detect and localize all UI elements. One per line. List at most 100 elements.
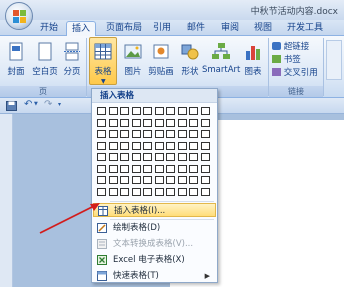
tab-review[interactable]: 审阅 bbox=[217, 21, 243, 36]
grid-cell[interactable] bbox=[143, 118, 152, 127]
grid-cell[interactable] bbox=[154, 153, 164, 161]
grid-cell[interactable] bbox=[97, 107, 106, 115]
undo-dropdown-icon[interactable]: ▼ bbox=[34, 101, 38, 107]
grid-cell[interactable] bbox=[120, 118, 129, 127]
ribbon-overflow-group[interactable] bbox=[326, 40, 342, 80]
menu-item-draw-table[interactable]: 绘制表格(D) bbox=[93, 221, 216, 235]
grid-cell[interactable] bbox=[131, 164, 141, 173]
grid-cell[interactable] bbox=[177, 118, 187, 127]
grid-cell[interactable] bbox=[189, 164, 198, 173]
grid-cell[interactable] bbox=[97, 153, 106, 161]
menu-item-convert-text[interactable]: 文本转换成表格(V)... bbox=[93, 237, 216, 251]
tab-references[interactable]: 引用 bbox=[150, 21, 174, 36]
grid-cell[interactable] bbox=[177, 141, 187, 150]
grid-cell[interactable] bbox=[97, 118, 106, 127]
grid-cell[interactable] bbox=[154, 118, 164, 127]
grid-cell[interactable] bbox=[177, 164, 187, 173]
grid-cell[interactable] bbox=[143, 107, 152, 115]
grid-cell[interactable] bbox=[97, 176, 106, 184]
grid-cell[interactable] bbox=[189, 187, 198, 196]
cover-page-button[interactable]: 封面 bbox=[4, 38, 28, 80]
menu-item-insert-table[interactable]: 插入表格(I)... bbox=[93, 203, 216, 217]
smartart-button[interactable]: SmartArt bbox=[202, 38, 240, 80]
grid-cell[interactable] bbox=[108, 118, 118, 127]
blank-page-button[interactable]: 空白页 bbox=[30, 38, 60, 80]
grid-cell[interactable] bbox=[120, 164, 129, 173]
grid-cell[interactable] bbox=[108, 176, 118, 184]
grid-cell[interactable] bbox=[200, 153, 210, 161]
grid-cell[interactable] bbox=[189, 176, 198, 184]
grid-cell[interactable] bbox=[97, 141, 106, 150]
grid-cell[interactable] bbox=[97, 187, 106, 196]
menu-item-quick-tables[interactable]: 快速表格(T) ▶ bbox=[93, 269, 216, 283]
grid-cell[interactable] bbox=[108, 153, 118, 161]
table-button[interactable]: 表格 ▼ bbox=[89, 37, 117, 85]
table-size-grid[interactable] bbox=[97, 107, 212, 199]
grid-cell[interactable] bbox=[97, 130, 106, 138]
grid-cell[interactable] bbox=[131, 176, 141, 184]
grid-cell[interactable] bbox=[108, 141, 118, 150]
grid-cell[interactable] bbox=[200, 130, 210, 138]
grid-cell[interactable] bbox=[177, 107, 187, 115]
grid-cell[interactable] bbox=[166, 141, 175, 150]
grid-cell[interactable] bbox=[200, 187, 210, 196]
grid-cell[interactable] bbox=[120, 141, 129, 150]
grid-cell[interactable] bbox=[154, 164, 164, 173]
undo-icon[interactable]: ↶ bbox=[24, 99, 32, 110]
grid-cell[interactable] bbox=[120, 153, 129, 161]
office-button[interactable] bbox=[5, 2, 33, 30]
grid-cell[interactable] bbox=[177, 153, 187, 161]
grid-cell[interactable] bbox=[200, 141, 210, 150]
grid-cell[interactable] bbox=[200, 107, 210, 115]
tab-mailings[interactable]: 邮件 bbox=[183, 21, 209, 36]
grid-cell[interactable] bbox=[189, 107, 198, 115]
grid-cell[interactable] bbox=[120, 130, 129, 138]
page-break-button[interactable]: 分页 bbox=[61, 38, 83, 80]
grid-cell[interactable] bbox=[97, 164, 106, 173]
tab-page-layout[interactable]: 页面布局 bbox=[103, 21, 145, 36]
grid-cell[interactable] bbox=[131, 118, 141, 127]
grid-cell[interactable] bbox=[131, 107, 141, 115]
grid-cell[interactable] bbox=[108, 107, 118, 115]
grid-cell[interactable] bbox=[177, 130, 187, 138]
grid-cell[interactable] bbox=[200, 176, 210, 184]
grid-cell[interactable] bbox=[143, 130, 152, 138]
menu-item-excel-spreadsheet[interactable]: Excel 电子表格(X) bbox=[93, 253, 216, 267]
tab-home[interactable]: 开始 bbox=[36, 21, 62, 36]
grid-cell[interactable] bbox=[189, 153, 198, 161]
grid-cell[interactable] bbox=[189, 130, 198, 138]
grid-cell[interactable] bbox=[131, 153, 141, 161]
grid-cell[interactable] bbox=[120, 107, 129, 115]
picture-button[interactable]: 图片 bbox=[121, 38, 145, 80]
grid-cell[interactable] bbox=[120, 176, 129, 184]
grid-cell[interactable] bbox=[143, 141, 152, 150]
grid-cell[interactable] bbox=[108, 187, 118, 196]
grid-cell[interactable] bbox=[154, 176, 164, 184]
tab-insert[interactable]: 插入 bbox=[66, 21, 96, 37]
grid-cell[interactable] bbox=[143, 164, 152, 173]
save-icon[interactable] bbox=[6, 101, 17, 111]
grid-cell[interactable] bbox=[154, 141, 164, 150]
grid-cell[interactable] bbox=[166, 176, 175, 184]
grid-cell[interactable] bbox=[177, 176, 187, 184]
customize-toolbar-icon[interactable]: ▾ bbox=[58, 101, 61, 108]
grid-cell[interactable] bbox=[143, 153, 152, 161]
grid-cell[interactable] bbox=[120, 187, 129, 196]
grid-cell[interactable] bbox=[154, 130, 164, 138]
grid-cell[interactable] bbox=[108, 164, 118, 173]
grid-cell[interactable] bbox=[177, 187, 187, 196]
grid-cell[interactable] bbox=[131, 141, 141, 150]
grid-cell[interactable] bbox=[166, 118, 175, 127]
grid-cell[interactable] bbox=[154, 187, 164, 196]
grid-cell[interactable] bbox=[189, 118, 198, 127]
grid-cell[interactable] bbox=[200, 164, 210, 173]
grid-cell[interactable] bbox=[131, 130, 141, 138]
chart-button[interactable]: 图表 bbox=[242, 38, 264, 80]
clipart-button[interactable]: 剪贴画 bbox=[145, 38, 177, 80]
grid-cell[interactable] bbox=[131, 187, 141, 196]
tab-developer[interactable]: 开发工具 bbox=[283, 21, 327, 36]
grid-cell[interactable] bbox=[166, 187, 175, 196]
grid-cell[interactable] bbox=[166, 164, 175, 173]
grid-cell[interactable] bbox=[166, 130, 175, 138]
grid-cell[interactable] bbox=[143, 176, 152, 184]
